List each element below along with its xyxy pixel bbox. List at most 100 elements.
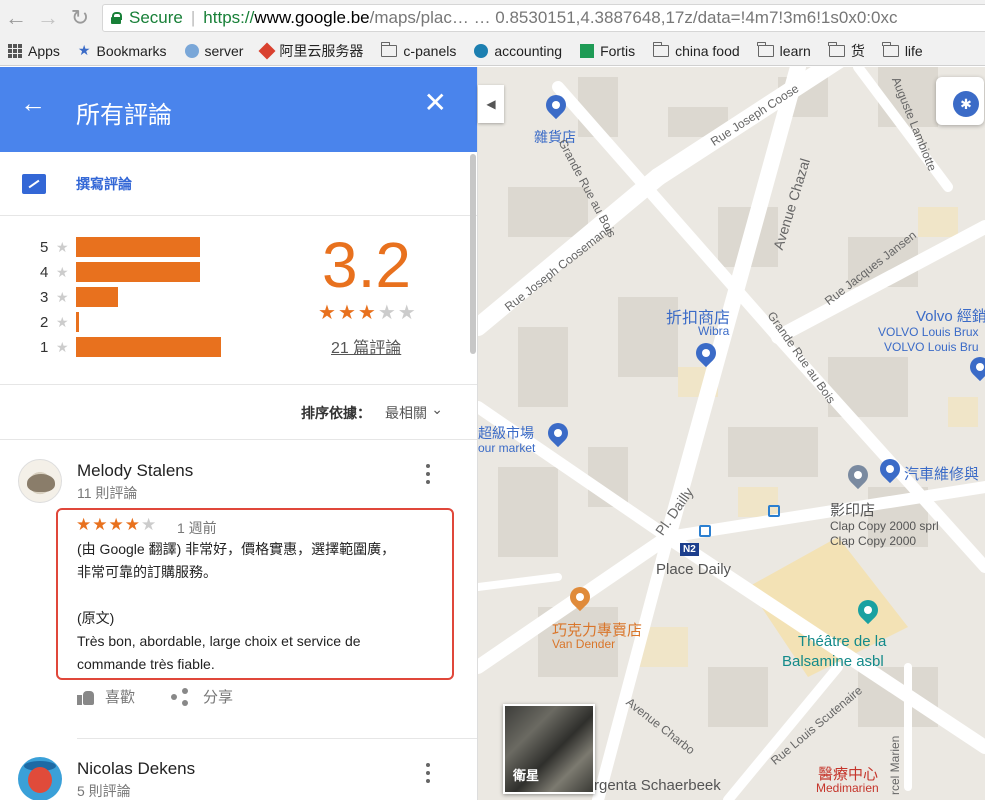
star-icon: ★	[377, 302, 398, 324]
food-pin-icon[interactable]	[565, 582, 595, 612]
close-icon[interactable]: ✕	[424, 89, 447, 117]
panel-header: ← 所有評論 ✕	[0, 67, 477, 152]
thumbs-up-icon[interactable]	[77, 689, 95, 705]
poi-copy-shop-en[interactable]: Clap Copy 2000	[830, 534, 916, 548]
lock-icon	[111, 12, 122, 24]
bookmark-china-food[interactable]: china food	[652, 41, 740, 59]
road-label: rcel Marien	[888, 735, 902, 795]
reviewer-meta: 11 則評論	[77, 485, 138, 501]
shopping-pin-icon[interactable]	[691, 338, 721, 368]
car-repair-pin-icon[interactable]	[875, 454, 905, 484]
star-icon: ★	[77, 42, 91, 58]
bookmark-server[interactable]: server	[184, 43, 243, 59]
poi-copy-shop-en[interactable]: Clap Copy 2000 sprl	[830, 519, 939, 533]
poi-theatre[interactable]: Balsamine asbl	[782, 653, 884, 670]
location-pin-icon[interactable]	[843, 460, 873, 490]
poi-volvo[interactable]: Volvo 經銷	[916, 305, 985, 326]
bookmark-fortis[interactable]: Fortis	[580, 43, 635, 59]
rating-bar	[76, 237, 200, 257]
bookmark-aliyun[interactable]: 阿里云服务器	[258, 41, 363, 61]
poi-chocolate-shop-en[interactable]: Van Dender	[552, 637, 615, 651]
url-path: /maps/plac… … 0.8530151,4.3887648,17z/da…	[369, 8, 898, 27]
theatre-pin-icon[interactable]	[853, 595, 883, 625]
review-count-link[interactable]: 21 篇評論	[331, 334, 401, 358]
reviews-panel: ← 所有評論 ✕ 撰寫評論 5 ★ 4 ★ 3 ★ 2 ★ 1 ★ 3.2 ★★…	[0, 67, 478, 800]
review-original-line: Très bon, abordable, large choix et serv…	[77, 633, 361, 649]
more-options-icon[interactable]	[424, 763, 432, 783]
poi-copy-shop[interactable]: 影印店	[830, 499, 875, 520]
aliyun-icon	[258, 42, 276, 59]
back-arrow-icon[interactable]: ←	[20, 89, 48, 117]
shopping-pin-icon[interactable]	[541, 90, 571, 120]
reviewer-name[interactable]: Melody Stalens	[77, 461, 193, 481]
transit-icon[interactable]	[768, 505, 780, 517]
bookmark-apps[interactable]: Apps	[8, 43, 60, 59]
address-bar[interactable]: Secure | https:// www.google.be /maps/pl…	[102, 4, 985, 32]
poi-supermarket-en[interactable]: our market	[478, 441, 535, 455]
server-icon	[184, 43, 199, 58]
star-icon: ★	[56, 288, 69, 305]
shopping-pin-icon[interactable]	[543, 418, 573, 448]
fortis-icon	[580, 43, 595, 58]
accounting-icon	[474, 43, 489, 58]
star-icon: ★	[56, 263, 69, 280]
poi-medical-center-en[interactable]: Medimarien	[816, 781, 879, 795]
sort-dropdown[interactable]: 排序依據： 最相關 ⌄	[0, 385, 477, 440]
bookmark-c-panels[interactable]: c-panels	[380, 41, 456, 59]
collapse-panel-button[interactable]: ◀	[478, 85, 504, 123]
url-host: www.google.be	[254, 8, 370, 27]
bookmarks-bar: Apps ★ Bookmarks server 阿里云服务器 c-panels …	[0, 36, 985, 66]
poi-schaerbeek[interactable]: rgenta Schaerbeek	[594, 777, 721, 794]
share-button[interactable]: 分享	[203, 686, 233, 707]
bookmark-accounting[interactable]: accounting	[474, 43, 562, 59]
star-icon: ★	[56, 313, 69, 330]
share-icon[interactable]	[171, 687, 189, 706]
rating-bar-row: 5 ★	[40, 237, 200, 257]
poi-volvo-en[interactable]: VOLVO Louis Bru	[884, 340, 979, 354]
bookmark-learn[interactable]: learn	[757, 41, 811, 59]
shopping-pin-icon[interactable]	[965, 352, 985, 382]
bookmark-goods[interactable]: 货	[828, 41, 865, 61]
poi-discount-store-en[interactable]: Wibra	[698, 324, 729, 338]
rating-bar-label: 4	[40, 263, 49, 281]
avatar[interactable]	[18, 757, 62, 800]
transit-icon[interactable]	[699, 525, 711, 537]
poi-volvo-en[interactable]: VOLVO Louis Brux	[878, 325, 979, 339]
place-daily-label[interactable]: Place Daily	[656, 561, 731, 578]
star-icon: ★	[141, 515, 158, 534]
write-review-button[interactable]: 撰寫評論	[0, 152, 477, 216]
forward-icon[interactable]: →	[32, 0, 64, 36]
star-icon: ★	[56, 238, 69, 255]
divider	[77, 738, 477, 739]
page-title: 所有評論	[76, 102, 172, 129]
star-icon: ★	[56, 338, 69, 355]
review-translated-line: (由 Google 翻譯) 非常好，價格實惠，選擇範圍廣，	[77, 541, 396, 557]
like-button[interactable]: 喜歡	[105, 686, 135, 707]
avatar[interactable]	[18, 459, 62, 503]
more-options-icon[interactable]	[424, 464, 432, 484]
poi-theatre[interactable]: Théâtre de la	[798, 633, 886, 650]
secure-label: Secure	[129, 8, 183, 27]
rating-bar	[76, 337, 221, 357]
scrollbar[interactable]	[470, 154, 476, 354]
rating-bar-label: 1	[40, 338, 49, 356]
star-icon: ★	[337, 302, 358, 324]
rating-bar-row: 1 ★	[40, 337, 221, 357]
poi-car-repair[interactable]: 汽車維修與	[904, 463, 979, 484]
satellite-toggle[interactable]: 衛星	[503, 704, 595, 794]
review-date: 1 週前	[177, 520, 217, 536]
bookmark-bookmarks[interactable]: ★ Bookmarks	[78, 42, 167, 59]
rating-summary: 5 ★ 4 ★ 3 ★ 2 ★ 1 ★ 3.2 ★★★★★ 21 篇評論	[0, 216, 477, 385]
write-review-label: 撰寫評論	[76, 175, 132, 192]
map-canvas[interactable]: 雜貨店 折扣商店 Wibra 超級市場 our market Volvo 經銷 …	[478, 67, 985, 800]
bookmark-life[interactable]: life	[882, 41, 923, 59]
restaurant-filter-button[interactable]: ✱	[936, 77, 984, 125]
back-icon[interactable]: ←	[0, 0, 32, 36]
restaurant-icon: ✱	[953, 91, 979, 117]
reviewer-name[interactable]: Nicolas Dekens	[77, 759, 195, 779]
folder-icon	[757, 41, 774, 57]
reload-icon[interactable]: ↻	[64, 0, 96, 36]
poi-supermarket[interactable]: 超級市場	[478, 423, 534, 443]
star-icon: ★	[76, 515, 93, 534]
edit-review-icon	[22, 173, 46, 194]
